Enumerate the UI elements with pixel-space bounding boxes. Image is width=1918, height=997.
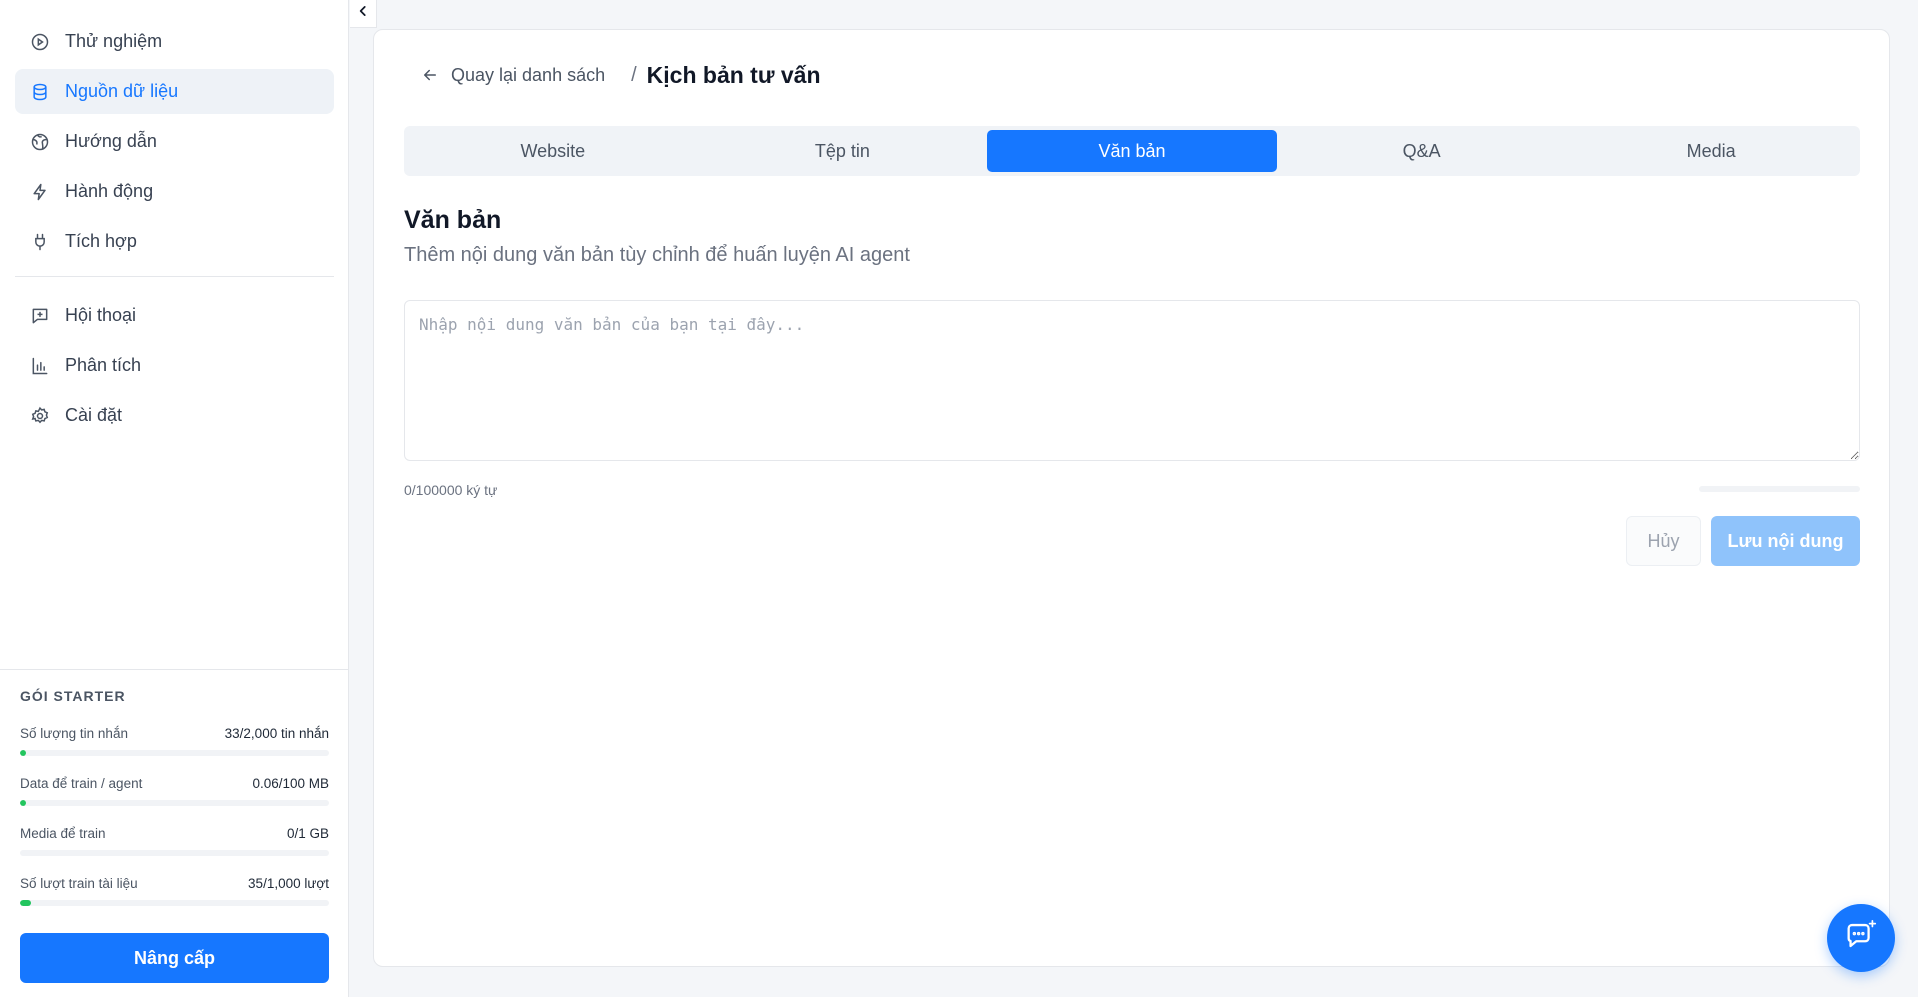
breadcrumb-separator: /: [631, 63, 637, 86]
sidebar-item-cai-dat[interactable]: Cài đặt: [15, 393, 334, 438]
globe-icon: [29, 131, 51, 153]
usage-label: Số lượt train tài liệu: [20, 876, 138, 891]
usage-value: 35/1,000 lượt: [248, 876, 329, 891]
sidebar-item-label: Nguồn dữ liệu: [65, 81, 179, 101]
chat-plus-icon: [29, 305, 51, 327]
plan-usage-panel: GÓI STARTER Số lượng tin nhắn 33/2,000 t…: [0, 669, 349, 997]
usage-item: Số lượt train tài liệu 35/1,000 lượt: [20, 876, 329, 906]
usage-bar: [20, 750, 329, 756]
tab-van-ban[interactable]: Văn bản: [987, 130, 1277, 172]
database-icon: [29, 81, 51, 103]
usage-value: 0/1 GB: [286, 826, 329, 841]
usage-item: Media để train 0/1 GB: [20, 826, 329, 856]
text-content-input[interactable]: [404, 300, 1860, 461]
character-progress-bar: [1699, 486, 1860, 492]
sidebar-item-phan-tich[interactable]: Phân tích: [15, 343, 334, 388]
usage-bar: [20, 800, 329, 806]
main-card: Quay lại danh sách / Kịch bản tư vấn Web…: [373, 29, 1890, 967]
usage-value: 33/2,000 tin nhắn: [224, 726, 329, 741]
chat-assistant-button[interactable]: [1827, 904, 1895, 972]
chevron-left-icon: [356, 4, 370, 23]
section-title: Văn bản: [404, 206, 502, 234]
usage-item: Data để train / agent 0.06/100 MB: [20, 776, 329, 806]
page-title: Kịch bản tư vấn: [646, 61, 821, 88]
back-label: Quay lại danh sách: [451, 64, 606, 85]
sidebar-item-label: Tích hợp: [65, 231, 137, 251]
breadcrumb: Quay lại danh sách / Kịch bản tư vấn: [421, 60, 821, 90]
arrow-left-icon: [421, 66, 439, 84]
source-tabs: Website Tệp tin Văn bản Q&A Media: [404, 126, 1860, 176]
sidebar: Thử nghiệm Nguồn dữ liệu Hướng dẫn Hành …: [0, 0, 349, 997]
plug-icon: [29, 231, 51, 253]
cancel-button[interactable]: Hủy: [1626, 516, 1701, 566]
usage-bar-fill: [20, 750, 27, 756]
sidebar-item-tich-hop[interactable]: Tích hợp: [15, 219, 334, 264]
usage-label: Data để train / agent: [20, 776, 143, 791]
play-circle-icon: [29, 31, 51, 53]
usage-label: Số lượng tin nhắn: [20, 726, 128, 741]
bar-chart-icon: [29, 355, 51, 377]
sidebar-divider: [15, 276, 334, 277]
usage-bar-fill: [20, 900, 31, 906]
sidebar-item-label: Phân tích: [65, 355, 142, 375]
sidebar-item-hanh-dong[interactable]: Hành động: [15, 169, 334, 214]
tab-qa[interactable]: Q&A: [1277, 130, 1567, 172]
plan-title: GÓI STARTER: [20, 688, 126, 704]
tab-media[interactable]: Media: [1566, 130, 1856, 172]
collapse-sidebar-button[interactable]: [350, 0, 377, 28]
gear-icon: [29, 405, 51, 427]
sidebar-nav: Thử nghiệm Nguồn dữ liệu Hướng dẫn Hành …: [15, 19, 334, 443]
usage-bar-fill: [20, 800, 27, 806]
sidebar-item-label: Hành động: [65, 181, 154, 201]
usage-value: 0.06/100 MB: [252, 776, 329, 791]
sidebar-item-huong-dan[interactable]: Hướng dẫn: [15, 119, 334, 164]
usage-bar: [20, 850, 329, 856]
tab-tep-tin[interactable]: Tệp tin: [698, 130, 988, 172]
save-content-button[interactable]: Lưu nội dung: [1711, 516, 1860, 566]
sidebar-item-thu-nghiem[interactable]: Thử nghiệm: [15, 19, 334, 64]
usage-bar: [20, 900, 329, 906]
sidebar-item-hoi-thoai[interactable]: Hội thoại: [15, 293, 334, 338]
section-description: Thêm nội dung văn bản tùy chỉnh để huấn …: [404, 244, 910, 266]
usage-label: Media để train: [20, 826, 106, 841]
sidebar-item-label: Hướng dẫn: [65, 131, 157, 151]
character-counter: 0/100000 ký tự: [404, 482, 498, 498]
lightning-icon: [29, 181, 51, 203]
back-to-list-link[interactable]: Quay lại danh sách: [421, 65, 605, 86]
tab-website[interactable]: Website: [408, 130, 698, 172]
upgrade-button[interactable]: Nâng cấp: [20, 933, 329, 983]
chat-sparkle-icon: [1842, 917, 1880, 960]
sidebar-item-label: Thử nghiệm: [65, 31, 163, 51]
usage-item: Số lượng tin nhắn 33/2,000 tin nhắn: [20, 726, 329, 756]
sidebar-item-label: Hội thoại: [65, 305, 137, 325]
sidebar-item-nguon-du-lieu[interactable]: Nguồn dữ liệu: [15, 69, 334, 114]
sidebar-item-label: Cài đặt: [65, 405, 123, 425]
